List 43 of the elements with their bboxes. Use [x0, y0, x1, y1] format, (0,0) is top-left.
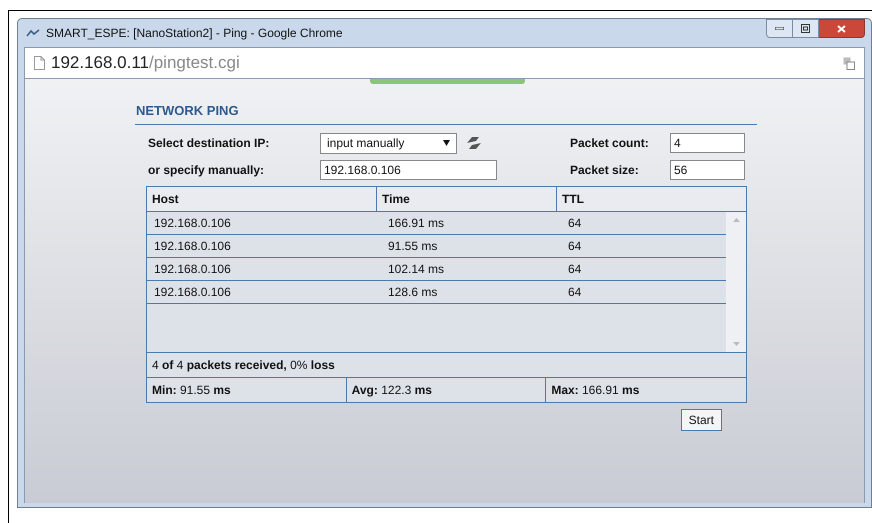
translate-icon[interactable]	[843, 56, 855, 70]
table-cell-text: 192.168.0.106	[153, 260, 232, 278]
close-button[interactable]	[819, 19, 865, 38]
window-title: SMART_ESPE: [NanoStation2] - Ping - Google Chrome	[46, 25, 343, 42]
destination-select[interactable]: input manually	[320, 132, 457, 154]
table-cell-text: 64	[567, 260, 582, 278]
maximize-icon	[801, 24, 810, 33]
field-label: Select destination IP:	[148, 135, 270, 152]
document-icon	[34, 56, 45, 70]
section-title: NETWORK PING	[135, 101, 757, 124]
table-cell-text: 64	[567, 238, 582, 254]
table-cell-text: 192.168.0.106	[153, 238, 232, 254]
table-cell-text: 166.91 ms	[387, 214, 446, 232]
packet-count-field[interactable]: 4	[670, 133, 745, 153]
table-cell-text: 192.168.0.106	[153, 214, 232, 232]
stat-cell: Avg: 122.3 ms	[346, 378, 546, 402]
app-logo-icon	[26, 29, 40, 37]
address-bar[interactable]: 192.168.0.11/pingtest.cgi	[24, 47, 865, 79]
start-button[interactable]: Start	[680, 408, 722, 430]
field-label: Packet count:	[570, 135, 650, 152]
field-label: Packet size:	[570, 162, 640, 178]
table-cell-text: 91.55 ms	[387, 238, 438, 254]
dropdown-caret-icon	[443, 140, 450, 146]
minimize-button[interactable]	[766, 19, 793, 38]
minimize-icon	[775, 27, 784, 30]
table-cell-text: 192.168.0.106	[153, 284, 232, 300]
table-cell-text: 128.6 ms	[387, 284, 438, 300]
table-cell-text: 64	[567, 284, 582, 300]
table-cell-text: 64	[567, 214, 582, 232]
packet-size-field[interactable]: 56	[670, 160, 745, 180]
stat-cell-text: Max: 166.91 ms	[550, 382, 640, 398]
close-icon	[837, 24, 846, 32]
field-label: or specify manually:	[148, 162, 266, 178]
column-header: Time	[377, 186, 557, 210]
table-cell-text: 102.14 ms	[387, 260, 446, 278]
manual-ip-field[interactable]: 192.168.0.106	[320, 160, 497, 180]
refresh-icon[interactable]	[465, 135, 483, 151]
summary-text: 4 of 4 packets received, 0% loss	[147, 352, 746, 376]
column-header: TTL	[561, 190, 585, 208]
url-text: 192.168.0.11/pingtest.cgi	[51, 52, 240, 74]
maximize-button[interactable]	[793, 19, 819, 38]
stat-cell: Min: 91.55 ms	[147, 378, 347, 402]
column-header: Host	[147, 186, 377, 210]
